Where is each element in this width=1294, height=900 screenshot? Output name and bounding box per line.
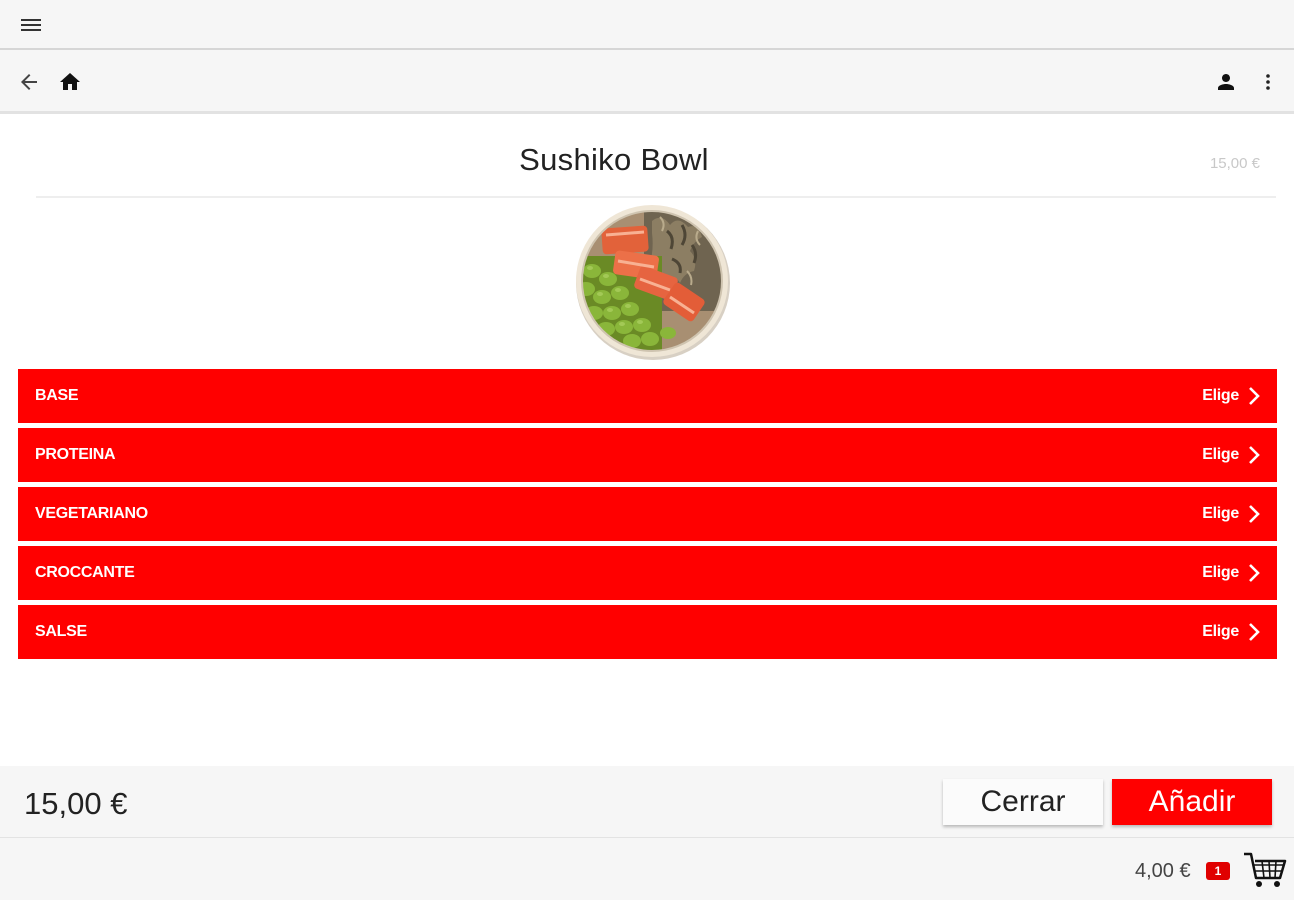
product-header: Sushiko Bowl 15,00 € (36, 128, 1276, 198)
close-button[interactable]: Cerrar (943, 779, 1103, 825)
home-icon[interactable] (58, 70, 82, 94)
more-vertical-icon[interactable] (1256, 70, 1280, 94)
option-label: VEGETARIANO (35, 505, 148, 522)
option-row-proteina[interactable]: PROTEINA Elige (18, 428, 1277, 482)
total-price: 15,00 € (24, 786, 128, 821)
order-footer: 15,00 € Cerrar Añadir (0, 766, 1294, 838)
option-row-salse[interactable]: SALSE Elige (18, 605, 1277, 659)
top-bar (0, 0, 1294, 50)
option-row-vegetariano[interactable]: VEGETARIANO Elige (18, 487, 1277, 541)
cart-count-badge: 1 (1206, 862, 1230, 880)
options-list: BASE Elige PROTEINA Elige VEGETARIANO El… (18, 369, 1277, 664)
option-label: CROCCANTE (35, 564, 135, 581)
arrow-left-icon[interactable] (17, 70, 41, 94)
hamburger-menu-icon[interactable] (20, 16, 42, 34)
option-action: Elige (1202, 623, 1239, 640)
chevron-right-icon (1249, 387, 1260, 405)
option-action: Elige (1202, 564, 1239, 581)
chevron-right-icon (1249, 446, 1260, 464)
option-row-croccante[interactable]: CROCCANTE Elige (18, 546, 1277, 600)
option-label: SALSE (35, 623, 87, 640)
poke-bowl-image (576, 205, 730, 360)
product-price: 15,00 € (1209, 155, 1260, 172)
add-button[interactable]: Añadir (1112, 779, 1272, 825)
option-action: Elige (1202, 387, 1239, 404)
chevron-right-icon (1249, 505, 1260, 523)
option-label: PROTEINA (35, 446, 116, 463)
chevron-right-icon (1249, 564, 1260, 582)
option-row-base[interactable]: BASE Elige (18, 369, 1277, 423)
navigation-bar (0, 50, 1294, 114)
chevron-right-icon (1249, 623, 1260, 641)
option-action: Elige (1202, 446, 1239, 463)
cart-bar: 4,00 € 1 (0, 838, 1294, 900)
user-icon[interactable] (1214, 70, 1238, 94)
product-title: Sushiko Bowl (519, 142, 709, 177)
option-label: BASE (35, 387, 79, 404)
shopping-cart-icon[interactable] (1242, 850, 1288, 890)
option-action: Elige (1202, 505, 1239, 522)
cart-total: 4,00 € (1135, 860, 1191, 882)
